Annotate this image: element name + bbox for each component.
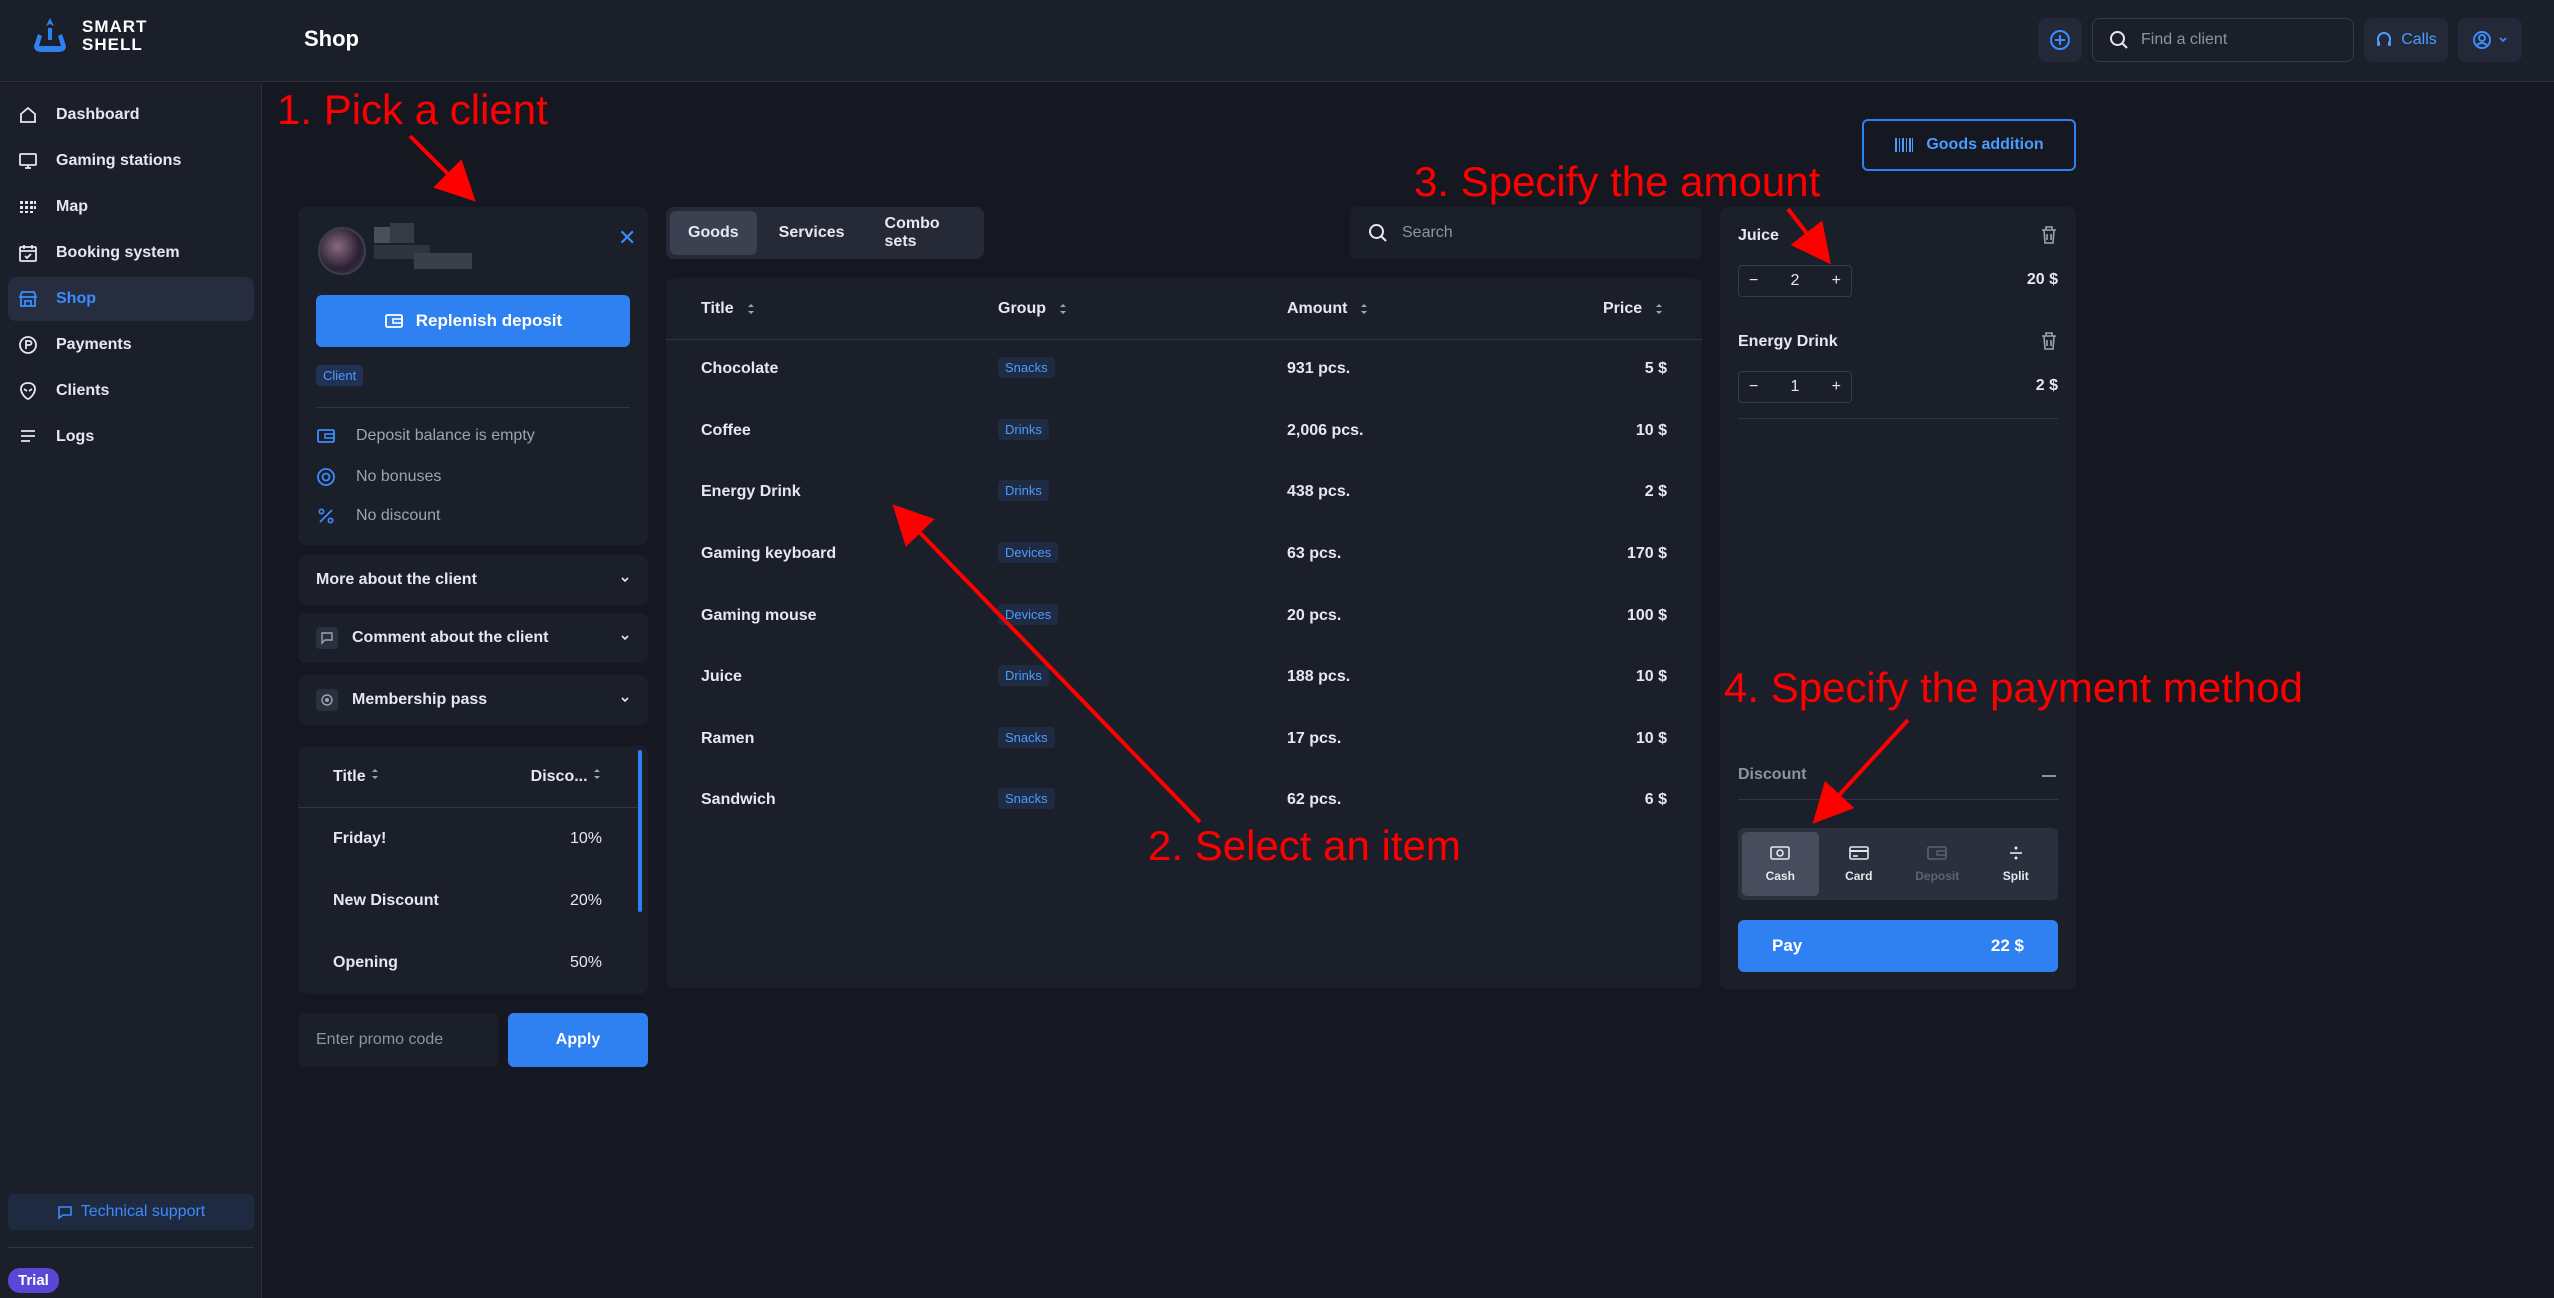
arrow-step-2 <box>892 504 1202 824</box>
annotation-arrows <box>408 134 1910 824</box>
arrow-step-4 <box>1812 718 1910 824</box>
arrow-step-1 <box>408 134 476 202</box>
arrow-step-3 <box>1786 207 1831 265</box>
